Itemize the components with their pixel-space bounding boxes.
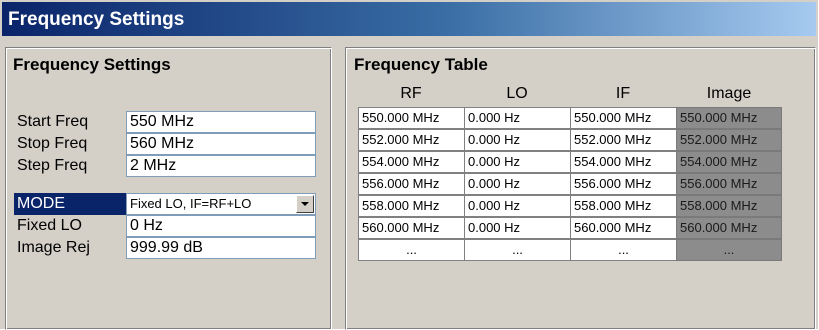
window-title: Frequency Settings — [8, 9, 185, 30]
table-cell-lo[interactable]: 0.000 Hz — [464, 151, 571, 173]
table-cell-if[interactable]: 554.000 MHz — [570, 151, 677, 173]
fixed-lo-label: Fixed LO — [17, 217, 82, 234]
table-cell-lo[interactable]: ... — [464, 239, 571, 261]
stop-freq-field[interactable]: 560 MHz — [126, 133, 316, 155]
table-cell-if[interactable]: 552.000 MHz — [570, 129, 677, 151]
table-cell-if[interactable]: 558.000 MHz — [570, 195, 677, 217]
settings-group — [5, 47, 332, 330]
image-rej-field[interactable]: 999.99 dB — [126, 237, 316, 259]
column-header-image: Image — [706, 85, 752, 102]
mode-dropdown-value: Fixed LO, IF=RF+LO — [130, 196, 252, 211]
table-cell-lo[interactable]: 0.000 Hz — [464, 217, 571, 239]
table-cell-image[interactable]: 550.000 MHz — [676, 107, 782, 129]
table-cell-rf[interactable]: 554.000 MHz — [358, 151, 465, 173]
stop-freq-label: Stop Freq — [17, 135, 88, 152]
image-rej-label: Image Rej — [17, 239, 90, 256]
table-cell-image[interactable]: 558.000 MHz — [676, 195, 782, 217]
title-bar: Frequency Settings — [2, 2, 816, 36]
mode-label: MODE — [14, 193, 126, 215]
table-cell-rf[interactable]: 560.000 MHz — [358, 217, 465, 239]
table-cell-lo[interactable]: 0.000 Hz — [464, 107, 571, 129]
table-group-title: Frequency Table — [354, 55, 488, 74]
table-cell-rf[interactable]: 556.000 MHz — [358, 173, 465, 195]
table-cell-if[interactable]: 550.000 MHz — [570, 107, 677, 129]
step-freq-field[interactable]: 2 MHz — [126, 155, 316, 177]
frequency-settings-window: Frequency Settings Frequency Settings St… — [0, 0, 818, 330]
fixed-lo-field[interactable]: 0 Hz — [126, 215, 316, 237]
table-cell-image[interactable]: 556.000 MHz — [676, 173, 782, 195]
table-cell-if[interactable]: ... — [570, 239, 677, 261]
column-header-if: IF — [615, 85, 631, 102]
settings-group-title: Frequency Settings — [13, 55, 171, 74]
column-header-rf: RF — [400, 85, 422, 102]
mode-dropdown[interactable]: Fixed LO, IF=RF+LO — [126, 193, 316, 215]
step-freq-label: Step Freq — [17, 157, 88, 174]
table-cell-rf[interactable]: 558.000 MHz — [358, 195, 465, 217]
table-cell-image[interactable]: 552.000 MHz — [676, 129, 782, 151]
table-cell-lo[interactable]: 0.000 Hz — [464, 129, 571, 151]
table-cell-rf[interactable]: ... — [358, 239, 465, 261]
table-cell-rf[interactable]: 552.000 MHz — [358, 129, 465, 151]
table-cell-image[interactable]: 554.000 MHz — [676, 151, 782, 173]
start-freq-field[interactable]: 550 MHz — [126, 111, 316, 133]
table-cell-lo[interactable]: 0.000 Hz — [464, 173, 571, 195]
table-cell-rf[interactable]: 550.000 MHz — [358, 107, 465, 129]
table-cell-if[interactable]: 560.000 MHz — [570, 217, 677, 239]
table-cell-if[interactable]: 556.000 MHz — [570, 173, 677, 195]
table-cell-image[interactable]: 560.000 MHz — [676, 217, 782, 239]
table-cell-lo[interactable]: 0.000 Hz — [464, 195, 571, 217]
table-cell-image[interactable]: ... — [676, 239, 782, 261]
dropdown-arrow-icon[interactable] — [296, 195, 314, 213]
column-header-lo: LO — [506, 85, 528, 102]
start-freq-label: Start Freq — [17, 113, 89, 130]
